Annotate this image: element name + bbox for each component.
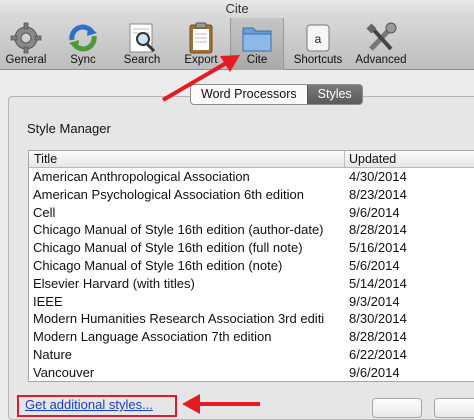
toolbar-search-button[interactable]: Search (116, 18, 168, 70)
table-row[interactable]: Chicago Manual of Style 16th edition (fu… (29, 239, 474, 257)
row-title: Chicago Manual of Style 16th edition (no… (33, 257, 283, 273)
toolbar-export-button[interactable]: Export (174, 18, 228, 70)
row-title: Chicago Manual of Style 16th edition (au… (33, 222, 324, 238)
window-title: Cite (0, 0, 474, 18)
toolbar-search-label: Search (123, 54, 161, 66)
row-title: Vancouver (33, 364, 95, 380)
row-updated: 8/23/2014 (349, 186, 407, 202)
table-row[interactable]: American Psychological Association 6th e… (29, 186, 474, 204)
row-updated: 8/28/2014 (349, 329, 407, 345)
toolbar-general-button[interactable]: General (0, 18, 52, 70)
column-updated-header[interactable]: Updated (349, 152, 396, 166)
row-updated: 5/16/2014 (349, 240, 407, 256)
style-manager-label: Style Manager (27, 121, 111, 136)
table-row[interactable]: Vancouver 9/6/2014 (29, 364, 474, 381)
row-updated: 8/30/2014 (349, 311, 407, 327)
toolbar-advanced-label: Advanced (355, 54, 407, 66)
column-divider[interactable] (344, 151, 345, 167)
toolbar-shortcuts-label: Shortcuts (293, 54, 343, 66)
row-title: IEEE (33, 293, 63, 309)
toolbar-cite-label: Cite (246, 54, 268, 66)
styles-table: Title Updated American Anthropological A… (28, 150, 474, 382)
table-row[interactable]: American Anthropological Association 4/30… (29, 168, 474, 186)
tab-selector: Word Processors Styles (190, 84, 363, 105)
search-icon (129, 23, 156, 53)
row-title: Modern Humanities Research Association 3… (33, 311, 325, 327)
toolbar-sync-label: Sync (70, 54, 96, 66)
table-body: American Anthropological Association 4/30… (29, 168, 474, 381)
table-row[interactable]: Chicago Manual of Style 16th edition (no… (29, 257, 474, 275)
column-title-header[interactable]: Title (34, 152, 57, 166)
row-updated: 4/30/2014 (349, 169, 407, 184)
toolbar-general-label: General (5, 54, 47, 66)
toolbar-export-label: Export (184, 54, 218, 66)
table-row[interactable]: Chicago Manual of Style 16th edition (au… (29, 221, 474, 239)
key-glyph: a (315, 32, 322, 46)
row-title: Chicago Manual of Style 16th edition (fu… (33, 240, 303, 256)
toolbar-advanced-button[interactable]: Advanced (350, 18, 412, 70)
row-title: Elsevier Harvard (with titles) (33, 275, 195, 291)
preferences-toolbar: General Sync Search Export Cite a Shortc… (0, 18, 474, 70)
table-row[interactable]: Cell 9/6/2014 (29, 204, 474, 222)
row-updated: 8/28/2014 (349, 222, 407, 238)
toolbar-shortcuts-button[interactable]: a Shortcuts (290, 18, 346, 70)
row-updated: 6/22/2014 (349, 346, 407, 362)
row-title: American Psychological Association 6th e… (33, 186, 304, 202)
row-updated: 9/6/2014 (349, 364, 400, 380)
clipboard-icon (189, 22, 213, 54)
toolbar-cite-button[interactable]: Cite (230, 18, 284, 70)
table-row[interactable]: Modern Language Association 7th edition 8… (29, 328, 474, 346)
table-header: Title Updated (29, 151, 474, 168)
row-updated: 5/14/2014 (349, 275, 407, 291)
row-title: Modern Language Association 7th edition (33, 329, 272, 345)
table-row[interactable]: IEEE 9/3/2014 (29, 293, 474, 311)
get-additional-styles-link[interactable]: Get additional styles... (25, 397, 153, 412)
table-row[interactable]: Nature 6/22/2014 (29, 346, 474, 364)
table-row[interactable]: Elsevier Harvard (with titles) 5/14/2014 (29, 275, 474, 293)
row-updated: 9/3/2014 (349, 293, 400, 309)
toolbar-sync-button[interactable]: Sync (58, 18, 108, 70)
row-title: Nature (33, 346, 73, 362)
tab-styles[interactable]: Styles (306, 85, 362, 104)
table-row[interactable]: Modern Humanities Research Association 3… (29, 310, 474, 328)
sync-icon (69, 24, 97, 52)
gear-icon (10, 22, 42, 54)
keyboard-key-icon: a (306, 24, 330, 52)
row-updated: 5/6/2014 (349, 257, 400, 273)
remove-style-button[interactable] (372, 398, 422, 418)
tab-word-processors[interactable]: Word Processors (191, 85, 307, 104)
add-style-button[interactable] (434, 398, 474, 418)
tools-icon (366, 22, 397, 51)
row-title: American Anthropological Association (33, 169, 250, 184)
folder-icon (242, 27, 272, 52)
row-title: Cell (33, 204, 56, 220)
row-updated: 9/6/2014 (349, 204, 400, 220)
